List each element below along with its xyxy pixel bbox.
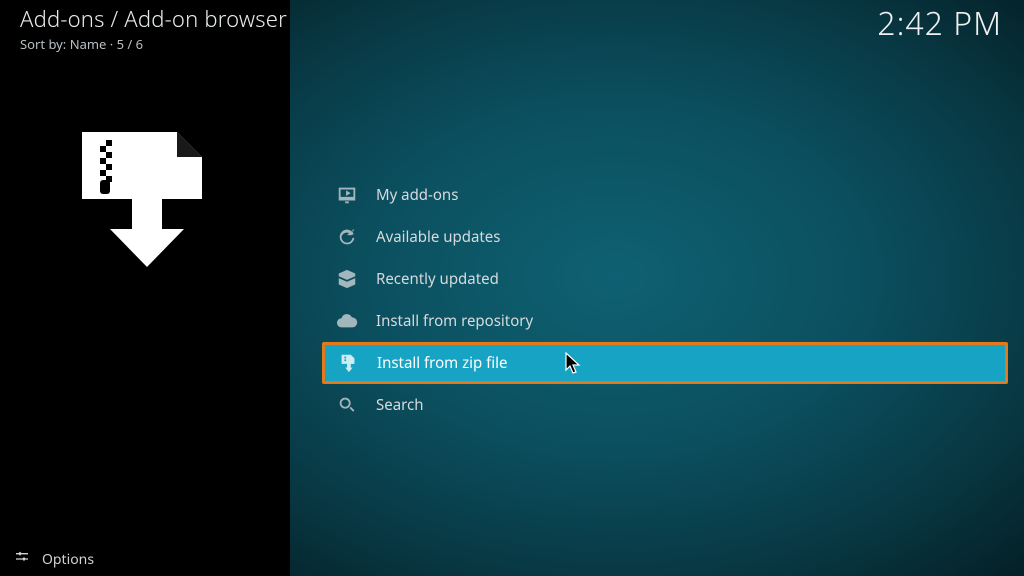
zip-down-icon <box>337 352 359 374</box>
menu-item-label: Recently updated <box>376 269 499 289</box>
menu-item-label: Available updates <box>376 227 500 247</box>
menu-item-install-zip[interactable]: Install from zip file <box>322 342 1008 384</box>
sort-separator: · <box>106 35 116 53</box>
clock: 2:42 PM <box>877 2 1002 45</box>
options-button[interactable]: Options <box>0 542 94 576</box>
menu-item-label: Install from zip file <box>377 353 507 373</box>
header: Add-ons / Add-on browser Sort by: Name ·… <box>20 4 1002 53</box>
openbox-icon <box>336 268 358 290</box>
menu-item-install-repository[interactable]: Install from repository <box>322 300 1008 342</box>
options-label: Options <box>42 550 94 569</box>
monitor-icon <box>336 184 358 206</box>
menu-item-label: My add-ons <box>376 185 458 205</box>
zip-download-glyph <box>72 122 222 277</box>
sort-position: 5 / 6 <box>117 35 143 53</box>
refresh-icon <box>336 226 358 248</box>
sort-line: Sort by: Name · 5 / 6 <box>20 35 287 53</box>
search-icon <box>336 394 358 416</box>
menu-item-label: Install from repository <box>376 311 533 331</box>
menu-item-search[interactable]: Search <box>322 384 1008 426</box>
sidebar-panel <box>0 0 290 576</box>
sliders-icon <box>14 549 30 570</box>
menu-item-available-updates[interactable]: Available updates <box>322 216 1008 258</box>
sort-prefix: Sort by: <box>20 35 70 53</box>
menu-item-my-addons[interactable]: My add-ons <box>322 174 1008 216</box>
addon-browser-list: My add-ons Available updates Recently up… <box>322 174 1008 426</box>
sort-field: Name <box>70 35 107 53</box>
menu-item-recently-updated[interactable]: Recently updated <box>322 258 1008 300</box>
menu-item-label: Search <box>376 395 423 415</box>
breadcrumb: Add-ons / Add-on browser <box>20 4 287 34</box>
cloud-down-icon <box>336 310 358 332</box>
